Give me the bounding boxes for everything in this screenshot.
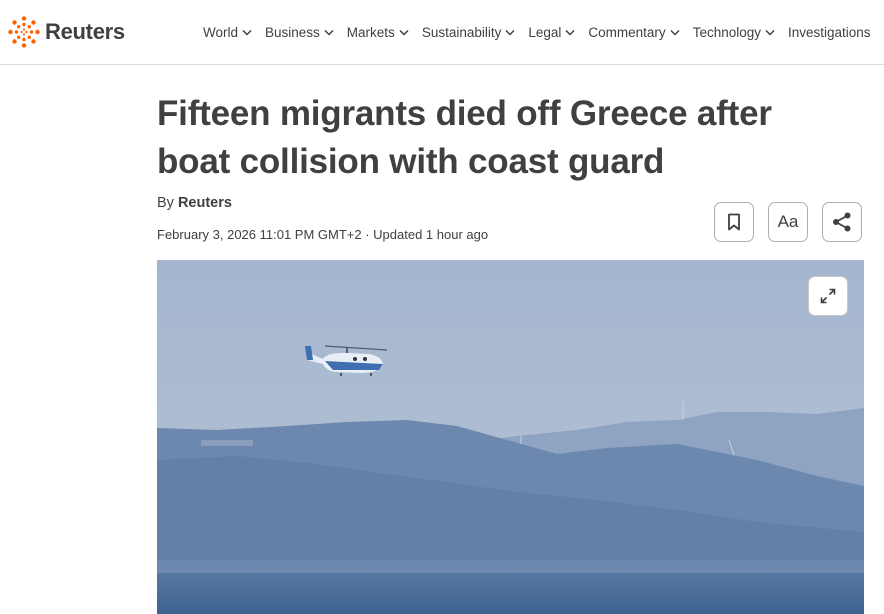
chevron-down-icon xyxy=(399,29,409,36)
nav-item-legal[interactable]: Legal xyxy=(528,25,575,40)
main-nav: World Business Markets Sustainability Le… xyxy=(203,0,884,64)
brand-name: Reuters xyxy=(45,19,125,44)
byline: By Reuters xyxy=(157,195,232,211)
site-header: Reuters World Business Markets Sustainab… xyxy=(0,0,884,65)
bookmark-button[interactable] xyxy=(714,202,754,242)
nav-item-label: Markets xyxy=(346,24,395,40)
article-tools: Aa xyxy=(714,202,862,242)
font-size-button[interactable]: Aa xyxy=(768,202,808,242)
nav-item-label: Commentary xyxy=(588,24,666,40)
nav-item-markets[interactable]: Markets xyxy=(347,25,409,40)
nav-item-investigations[interactable]: Investigations xyxy=(788,25,871,40)
chevron-down-icon xyxy=(565,29,575,36)
expand-image-button[interactable] xyxy=(808,276,848,316)
article-dateline: February 3, 2026 11:01 PM GMT+2 · Update… xyxy=(157,227,489,242)
reuters-logo-icon xyxy=(8,16,40,48)
byline-prefix: By xyxy=(157,195,174,211)
author-link[interactable]: Reuters xyxy=(178,195,232,211)
article-headline: Fifteen migrants died off Greece after b… xyxy=(157,94,772,181)
reuters-logo[interactable]: Reuters xyxy=(7,15,125,49)
bookmark-icon xyxy=(728,213,740,231)
nav-item-label: Investigations xyxy=(788,24,871,40)
expand-icon xyxy=(820,288,836,304)
share-icon xyxy=(833,212,851,232)
nav-item-technology[interactable]: Technology xyxy=(693,25,775,40)
nav-item-label: Business xyxy=(265,24,320,40)
article-hero-image[interactable] xyxy=(157,260,864,614)
nav-item-label: Technology xyxy=(692,24,761,40)
nav-item-world[interactable]: World xyxy=(203,25,252,40)
chevron-down-icon xyxy=(505,29,515,36)
chevron-down-icon xyxy=(242,29,252,36)
helicopter-photo xyxy=(157,260,864,614)
chevron-down-icon xyxy=(670,29,680,36)
nav-item-label: World xyxy=(203,24,239,40)
nav-item-sustainability[interactable]: Sustainability xyxy=(422,25,516,40)
nav-item-business[interactable]: Business xyxy=(265,25,334,40)
nav-item-label: Sustainability xyxy=(421,24,502,40)
nav-item-commentary[interactable]: Commentary xyxy=(588,24,680,40)
nav-item-label: Legal xyxy=(528,24,562,40)
chevron-down-icon xyxy=(324,29,334,36)
font-size-label: Aa xyxy=(777,212,799,231)
share-button[interactable] xyxy=(822,202,862,242)
chevron-down-icon xyxy=(765,29,775,36)
